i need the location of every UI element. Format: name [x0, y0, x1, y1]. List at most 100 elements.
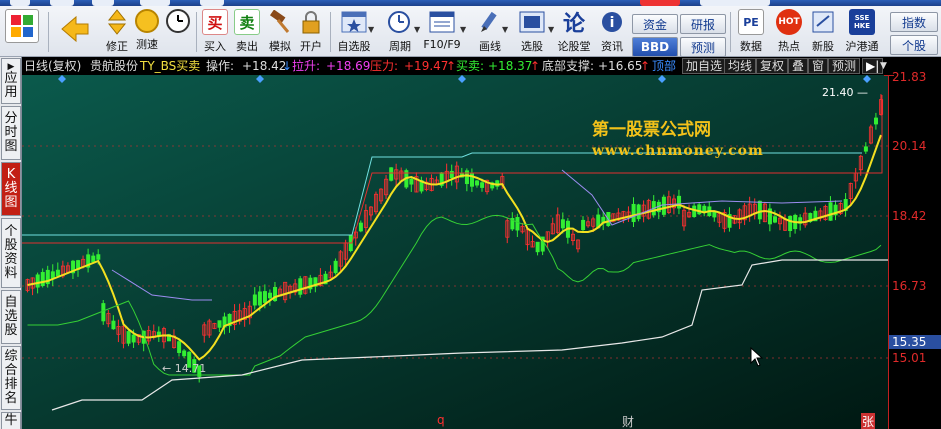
kline-chart-svg[interactable]: [22, 75, 888, 429]
candle-body: [631, 203, 636, 223]
price-axis: 21.83 20.14 18.42 16.73 15.35 15.01: [884, 70, 941, 429]
price-tick: 18.42: [892, 209, 927, 223]
event-mark-finance[interactable]: 财: [622, 413, 634, 429]
period-button[interactable]: 周期 ▼: [380, 9, 420, 55]
f10-label: F10/F9: [423, 38, 461, 51]
news-button[interactable]: i 资讯: [596, 9, 628, 55]
hk-connect-button[interactable]: SSE HKE 沪港通: [842, 9, 882, 55]
yali-label: 压力:: [370, 59, 399, 73]
data-button[interactable]: PE 数据: [734, 9, 768, 55]
candle-body: [757, 200, 762, 220]
tab-stock-profile[interactable]: 个股资料: [1, 218, 21, 288]
ma-button[interactable]: 均线: [724, 58, 757, 74]
tab-ranking[interactable]: 综合排名: [1, 346, 21, 410]
watermark-url: www.chnmoney.com: [592, 143, 764, 159]
candle-body: [828, 202, 833, 221]
maimai-value: +18.37: [488, 59, 533, 73]
forecast-button[interactable]: 预测: [680, 37, 726, 57]
event-mark-limit[interactable]: 张: [861, 413, 876, 429]
candle-body: [217, 320, 222, 328]
select-stock-label: 选股: [521, 40, 543, 53]
draw-line-button[interactable]: 画线 ▼: [470, 9, 510, 55]
single-stock-button[interactable]: 个股: [890, 35, 938, 55]
bbd-button[interactable]: BBD: [632, 37, 678, 57]
add-watchlist-button[interactable]: 加自选: [682, 58, 727, 74]
chevron-down-icon[interactable]: ▼: [368, 25, 374, 34]
sell-button[interactable]: 卖 卖出: [232, 9, 262, 55]
tab-kline-label: K线图: [4, 167, 18, 210]
candle-body: [358, 222, 363, 232]
open-account-button[interactable]: 开户: [296, 9, 326, 55]
tab-more-label: 牛: [4, 413, 18, 428]
indicator-info-bar: 日线(复权) 贵航股份 TY_BS买卖 操作: +18.42 ↓ 拉升: +18…: [22, 57, 941, 75]
adjust-button[interactable]: 复权: [756, 58, 789, 74]
forum-button[interactable]: 论 论股堂: [556, 9, 592, 55]
fix-button[interactable]: 修正: [100, 9, 134, 55]
buy-button[interactable]: 买 买入: [200, 9, 230, 55]
price-tick: 20.14: [892, 139, 927, 153]
chevron-down-icon[interactable]: ▼: [548, 25, 554, 34]
candle-body: [126, 331, 131, 344]
tab-watchlist-label: 自选股: [4, 295, 18, 338]
candle-body: [515, 217, 520, 231]
candle-body: [389, 167, 394, 181]
tab-apps[interactable]: ▶ 应用: [1, 58, 21, 104]
clock-button[interactable]: [164, 9, 192, 55]
new-stock-label: 新股: [812, 40, 834, 53]
research-button[interactable]: 研报: [680, 14, 726, 34]
hammer-icon: [267, 9, 293, 35]
layout-button[interactable]: [4, 9, 40, 55]
tab-intraday[interactable]: 分时图: [1, 106, 21, 160]
candle-body: [874, 117, 879, 125]
select-stock-button[interactable]: 选股 ▼: [512, 9, 554, 55]
mouse-cursor-icon: [750, 347, 764, 367]
candle-body: [480, 182, 485, 188]
speed-test-button[interactable]: 测速: [134, 9, 160, 55]
draw-line-label: 画线: [479, 40, 501, 53]
f10-button[interactable]: F10/F9 ▼: [420, 9, 466, 55]
back-button[interactable]: [58, 9, 92, 55]
period-label: 周期: [389, 40, 411, 53]
candle-body: [409, 179, 414, 185]
down-arrow-icon: ↓: [282, 59, 293, 73]
indicator-name: TY_BS买卖: [140, 59, 201, 73]
tab-ranking-label: 综合排名: [4, 349, 18, 406]
index-button[interactable]: 指数: [890, 12, 938, 32]
chevron-down-icon[interactable]: ▼: [880, 57, 887, 75]
chevron-down-icon[interactable]: ▼: [460, 25, 466, 34]
fund-button[interactable]: 资金: [632, 14, 678, 34]
event-mark-q[interactable]: q: [437, 413, 445, 427]
watchlist-button[interactable]: 自选股 ▼: [334, 9, 374, 55]
tab-watchlist[interactable]: 自选股: [1, 290, 21, 344]
period-icon: [387, 9, 413, 35]
support-label: 底部支撑:: [542, 59, 595, 73]
watchlist-label: 自选股: [337, 40, 371, 53]
candle-body: [449, 170, 454, 179]
new-stock-button[interactable]: 新股: [806, 9, 840, 55]
tab-stock-profile-label: 个股资料: [4, 224, 18, 281]
window-button[interactable]: 窗: [808, 58, 829, 74]
candle-body: [636, 204, 641, 220]
candle-body: [96, 254, 101, 260]
sell-icon: 卖: [234, 9, 260, 35]
maimai-label: 买卖:: [456, 59, 485, 73]
pencil-icon: [477, 9, 503, 35]
star-window-icon: [341, 9, 367, 35]
low-price-annotation: ← 14.71: [162, 362, 207, 375]
f10-icon: [429, 9, 455, 35]
svg-text:i: i: [610, 15, 615, 31]
hot-button[interactable]: HOT 热点: [772, 9, 806, 55]
tab-more[interactable]: 牛: [1, 412, 21, 429]
chevron-down-icon[interactable]: ▼: [502, 25, 508, 34]
grid-icon: [5, 9, 39, 43]
candle-body: [182, 350, 187, 357]
predict-button[interactable]: 预测: [828, 58, 861, 74]
kline-chart[interactable]: 第一股票公式网 www.chnmoney.com 21.40 — ← 14.71…: [22, 75, 888, 429]
top-label: 顶部: [652, 59, 677, 73]
hot-icon: HOT: [776, 9, 802, 35]
tab-kline[interactable]: K线图: [1, 162, 21, 216]
up-arrow-icon: ↑: [640, 59, 651, 73]
candle-body: [535, 241, 540, 253]
simulate-button[interactable]: 模拟: [265, 9, 295, 55]
overlay-button[interactable]: 叠: [788, 58, 809, 74]
